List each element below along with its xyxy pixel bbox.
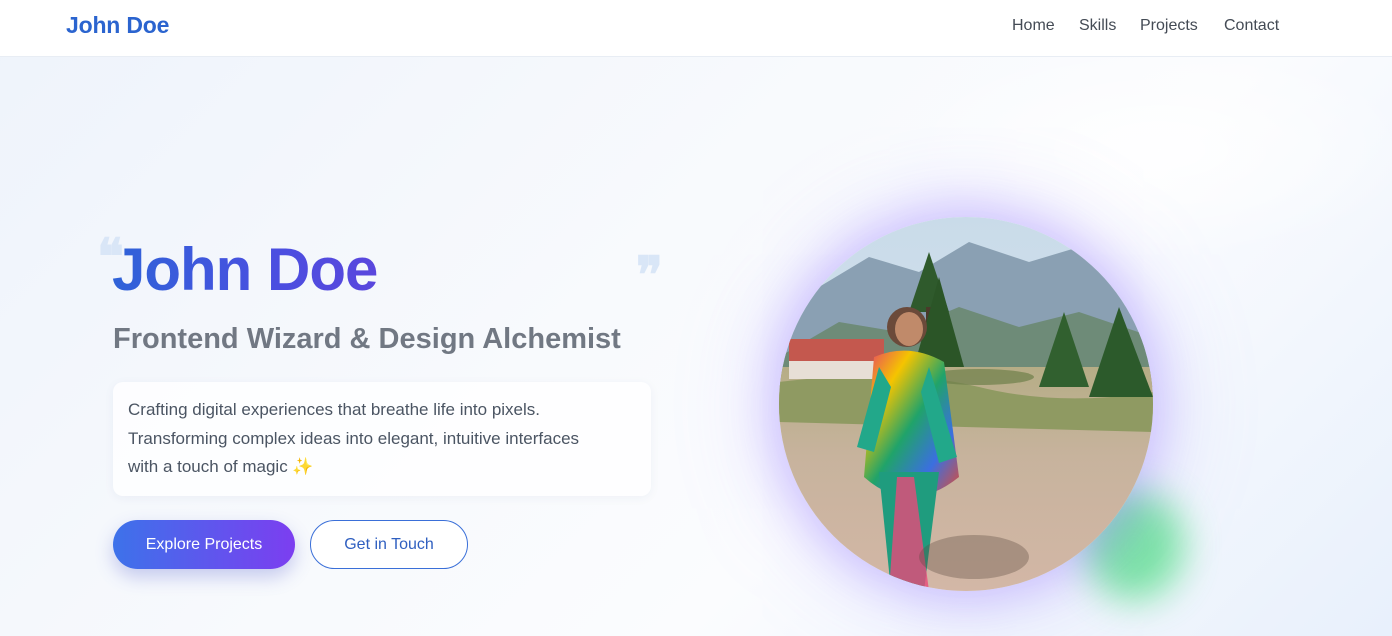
navbar: John Doe Home Skills Projects Contact — [0, 0, 1392, 57]
hero-subtitle: Frontend Wizard & Design Alchemist — [113, 323, 621, 355]
nav-link-projects[interactable]: Projects — [1140, 17, 1198, 35]
explore-projects-button[interactable]: Explore Projects — [113, 520, 295, 569]
close-quote-icon: ❞ — [636, 245, 663, 304]
description-line: Transforming complex ideas into elegant,… — [128, 428, 580, 448]
nav-link-home[interactable]: Home — [1012, 17, 1055, 35]
description-line: with a touch of magic ✨ — [128, 457, 314, 476]
profile-photo-illustration — [779, 217, 1153, 591]
nav-links: Home Skills Projects Contact — [0, 17, 1392, 41]
get-in-touch-button[interactable]: Get in Touch — [310, 520, 468, 569]
nav-link-skills[interactable]: Skills — [1079, 17, 1116, 35]
description-card: Crafting digital experiences that breath… — [113, 382, 651, 496]
nav-link-contact[interactable]: Contact — [1224, 17, 1279, 35]
hero-name: John Doe — [112, 234, 378, 306]
description-line: Crafting digital experiences that breath… — [128, 400, 541, 419]
profile-photo — [779, 217, 1153, 591]
